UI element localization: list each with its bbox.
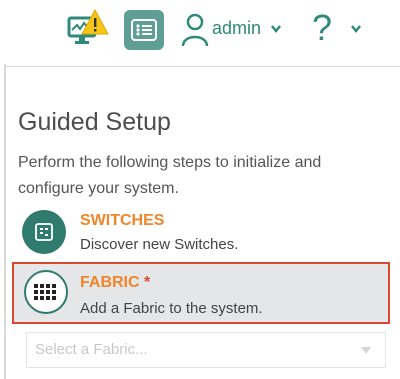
help-icon[interactable]: ? — [312, 8, 332, 48]
page-title: Guided Setup — [18, 108, 171, 136]
step-fabric-subtitle: Add a Fabric to the system. — [80, 300, 263, 317]
step-switches-title[interactable]: SWITCHES — [80, 212, 164, 230]
chevron-down-icon[interactable] — [350, 24, 362, 34]
fabric-select-placeholder: Select a Fabric... — [35, 341, 148, 358]
list-view-button[interactable] — [124, 10, 164, 50]
caret-down-icon — [361, 347, 371, 354]
user-icon[interactable] — [180, 12, 210, 48]
step-fabric-title-text: FABRIC — [80, 274, 140, 291]
panel-left-border — [4, 64, 6, 379]
step-fabric-title[interactable]: FABRIC * — [80, 274, 150, 292]
grid-icon[interactable] — [24, 270, 68, 314]
step-switches-subtitle: Discover new Switches. — [80, 236, 239, 253]
required-marker: * — [144, 274, 151, 291]
monitor-alert-icon[interactable] — [66, 8, 110, 48]
top-bar: admin ? — [0, 0, 400, 64]
setup-description: Perform the following steps to initializ… — [18, 154, 322, 197]
list-icon — [131, 19, 157, 41]
username-label[interactable]: admin — [212, 18, 261, 39]
fabric-select[interactable]: Select a Fabric... — [26, 332, 386, 368]
panel-top-border — [6, 66, 400, 67]
switch-icon[interactable] — [22, 210, 66, 254]
chevron-down-icon[interactable] — [270, 24, 282, 34]
